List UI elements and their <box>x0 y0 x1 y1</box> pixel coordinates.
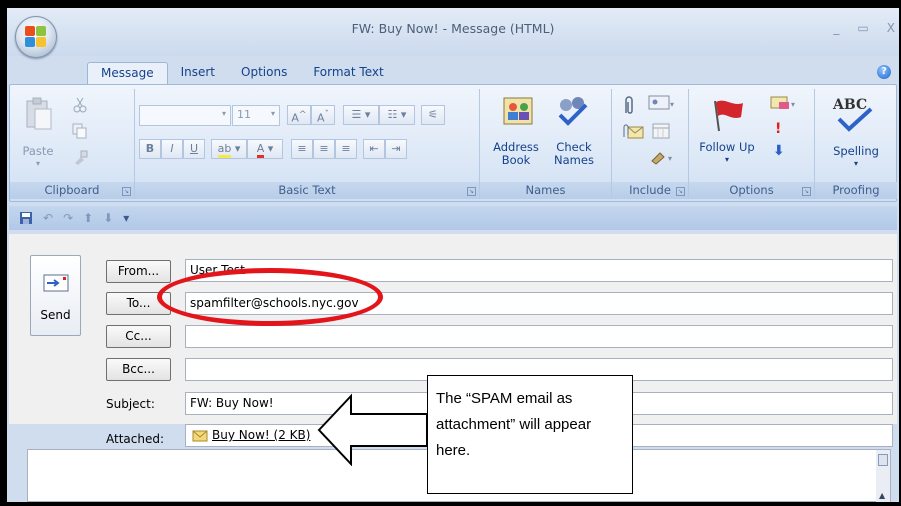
include-launcher-icon[interactable]: ↘ <box>676 187 685 196</box>
bullets-icon[interactable]: ☰ ▾ <box>343 105 379 125</box>
cc-button[interactable]: Cc... <box>106 325 171 348</box>
help-icon[interactable]: ? <box>877 65 891 79</box>
shrink-font-icon[interactable]: Aˇ <box>311 105 335 125</box>
svg-text:▾: ▾ <box>668 154 672 163</box>
tab-message[interactable]: Message <box>87 62 168 84</box>
font-name-combo[interactable]: ▾ <box>139 105 231 126</box>
paste-dropdown-icon[interactable]: ▾ <box>18 157 58 170</box>
high-importance-icon[interactable]: ! <box>775 121 781 137</box>
address-book-label: Address Book <box>493 140 539 167</box>
attachment-link[interactable]: Buy Now! (2 KB) <box>212 425 310 446</box>
redo-icon[interactable]: ↷ <box>63 211 73 225</box>
next-item-icon[interactable]: ⬇ <box>103 211 113 225</box>
save-icon[interactable] <box>19 211 33 225</box>
svg-text:▾: ▾ <box>670 100 674 109</box>
highlight-icon[interactable]: ab ▾ <box>211 139 247 159</box>
office-button[interactable] <box>15 16 57 58</box>
office-logo-icon <box>25 26 47 48</box>
basic-text-group: ▾ 11 ▾ A^ Aˇ ☰ ▾ ☷ ▾ ⚟ B I U ab ▾ A ▾ ≡ … <box>135 89 480 199</box>
follow-up-flag-icon[interactable] <box>709 97 745 133</box>
quick-access-toolbar: ↶ ↷ ⬆ ⬇ ▾ <box>9 206 897 230</box>
svg-text:▾: ▾ <box>791 100 795 109</box>
proofing-group-label: Proofing <box>815 182 897 199</box>
follow-up-dropdown-icon[interactable]: ▾ <box>699 153 755 166</box>
italic-icon[interactable]: I <box>161 139 183 159</box>
clipboard-group: Paste ▾ Clipboard ↘ <box>10 89 135 199</box>
scrollbar-thumb[interactable] <box>878 454 888 466</box>
decrease-indent-icon[interactable]: ⇤ <box>363 139 385 159</box>
ribbon-tabs: Message Insert Options Format Text <box>87 62 397 84</box>
undo-icon[interactable]: ↶ <box>43 211 53 225</box>
options-group: Follow Up ▾ ▾ ! ⬇ Options ↘ <box>689 89 815 199</box>
format-painter-icon[interactable] <box>72 149 88 165</box>
options-group-label: Options <box>689 182 814 199</box>
cc-field[interactable] <box>185 325 893 348</box>
send-label: Send <box>40 308 71 322</box>
clipboard-launcher-icon[interactable]: ↘ <box>122 187 131 196</box>
low-importance-icon[interactable]: ⬇ <box>773 143 785 159</box>
basic-text-launcher-icon[interactable]: ↘ <box>467 187 476 196</box>
send-envelope-icon <box>43 274 69 292</box>
ribbon: Paste ▾ Clipboard ↘ ▾ 11 ▾ A^ Aˇ ☰ ▾ ☷ ▾… <box>9 84 897 202</box>
svg-text:ABC: ABC <box>832 97 867 113</box>
grow-font-icon[interactable]: A^ <box>287 105 311 125</box>
paste-icon[interactable] <box>24 97 54 133</box>
annotation-callout: The “SPAM email as attachment” will appe… <box>427 375 633 494</box>
spelling-dropdown-icon[interactable]: ▾ <box>821 157 891 170</box>
categorize-icon[interactable]: ▾ <box>769 95 799 111</box>
window-title: FW: Buy Now! - Message (HTML) <box>351 21 555 36</box>
highlight-ellipse <box>157 268 383 326</box>
scroll-up-icon[interactable]: ▲ <box>879 491 885 500</box>
mail-attachment-icon <box>192 430 208 442</box>
window-controls: _ ▭ X <box>833 21 895 35</box>
align-right-icon[interactable]: ≡ <box>335 139 357 159</box>
subject-label: Subject: <box>106 397 155 411</box>
font-size-combo[interactable]: 11 ▾ <box>232 105 280 126</box>
attached-label: Attached: <box>106 432 165 446</box>
font-color-icon[interactable]: A ▾ <box>247 139 283 159</box>
send-button[interactable]: Send <box>30 255 81 336</box>
spelling-icon[interactable]: ABC <box>831 95 877 135</box>
check-names-icon[interactable] <box>554 93 590 129</box>
align-left-icon[interactable]: ≡ <box>291 139 313 159</box>
align-center-icon[interactable]: ≡ <box>313 139 335 159</box>
bold-icon[interactable]: B <box>139 139 161 159</box>
styles-icon[interactable]: ⚟ <box>421 105 445 125</box>
customize-toolbar-icon[interactable]: ▾ <box>123 211 129 225</box>
increase-indent-icon[interactable]: ⇥ <box>385 139 407 159</box>
copy-icon[interactable] <box>72 123 88 139</box>
names-group-label: Names <box>480 182 611 199</box>
tab-options[interactable]: Options <box>228 62 300 84</box>
options-launcher-icon[interactable]: ↘ <box>802 187 811 196</box>
names-group: Address Book Check Names Names <box>480 89 612 199</box>
address-book-icon[interactable] <box>502 95 534 127</box>
underline-icon[interactable]: U <box>183 139 205 159</box>
attach-file-icon[interactable] <box>622 95 636 117</box>
signature-icon[interactable]: ▾ <box>650 149 676 165</box>
title-bar: FW: Buy Now! - Message (HTML) _ ▭ X <box>7 8 899 56</box>
font-size-value: 11 <box>237 108 251 121</box>
clipboard-group-label: Clipboard <box>10 182 134 199</box>
body-scrollbar[interactable]: ▲ <box>876 450 890 502</box>
check-names-label: Check Names <box>554 140 594 167</box>
previous-item-icon[interactable]: ⬆ <box>83 211 93 225</box>
close-button[interactable]: X <box>887 21 895 35</box>
minimize-button[interactable]: _ <box>833 21 839 35</box>
numbering-icon[interactable]: ☷ ▾ <box>379 105 415 125</box>
from-button[interactable]: From... <box>106 260 171 283</box>
proofing-group: ABC Spelling ▾ Proofing <box>815 89 897 199</box>
callout-arrow-icon <box>317 393 428 466</box>
bcc-button[interactable]: Bcc... <box>106 358 171 381</box>
basic-text-group-label: Basic Text <box>135 182 479 199</box>
include-group: ▾ ▾ Include ↘ <box>612 89 689 199</box>
attach-item-icon[interactable] <box>622 123 644 141</box>
tab-insert[interactable]: Insert <box>168 62 228 84</box>
cut-icon[interactable] <box>72 97 88 113</box>
maximize-button[interactable]: ▭ <box>857 21 868 35</box>
business-card-icon[interactable]: ▾ <box>648 95 674 111</box>
calendar-icon[interactable] <box>652 123 670 139</box>
tab-format-text[interactable]: Format Text <box>300 62 396 84</box>
